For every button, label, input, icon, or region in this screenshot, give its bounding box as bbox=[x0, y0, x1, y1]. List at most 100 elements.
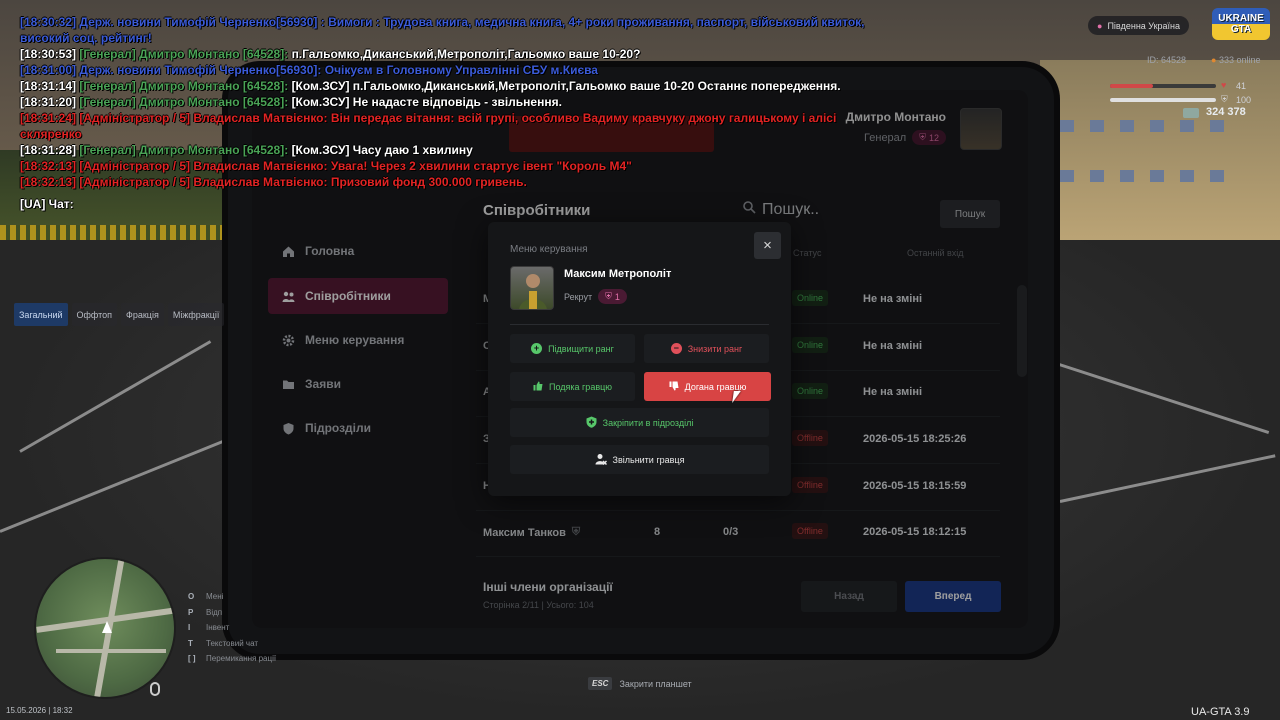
chat-tag: [Генерал] bbox=[79, 143, 136, 157]
chat-text: Увага! Через 2 хвилини стартує івент "Ко… bbox=[330, 159, 632, 173]
chat-time: [18:31:14] bbox=[20, 79, 77, 93]
chat-text: [Ком.ЗСУ] Не надасте відповідь - звільне… bbox=[291, 95, 562, 109]
key: T bbox=[188, 638, 193, 648]
health-value: 41 bbox=[1236, 81, 1247, 91]
chat-author: Владислав Матвієнко: bbox=[193, 175, 328, 189]
pager-info: Сторінка 2/11 | Усього: 104 bbox=[483, 600, 594, 610]
chat-line: [18:31:14] [Генерал] Дмитро Монтано [645… bbox=[20, 78, 890, 94]
table-row[interactable]: Максим Танков ⛨ 8 0/3 Offline 2026-05-15… bbox=[476, 511, 1000, 557]
chat-text: [Ком.ЗСУ] Часу даю 1 хвилину bbox=[291, 143, 473, 157]
key: I bbox=[188, 623, 191, 632]
thumbs-up-icon bbox=[533, 381, 543, 393]
status-badge: Online bbox=[792, 290, 829, 306]
server-badge: ● Південна Україна bbox=[1088, 16, 1190, 35]
chat-tag: [Адміністратор / 5] bbox=[79, 159, 191, 173]
reprimand-label: Догана гравцю bbox=[684, 381, 747, 392]
key-hint: [ ] Перемикання рації bbox=[188, 651, 276, 666]
player-arrow-icon bbox=[102, 621, 112, 633]
chat-author: Дмитро Монтано [64528]: bbox=[139, 79, 289, 93]
chat-time: [18:31:20] bbox=[20, 95, 77, 109]
avatar bbox=[960, 108, 1002, 150]
chat-tab-offtop[interactable]: Оффтоп bbox=[71, 303, 118, 326]
row-name-text: Максим Танков bbox=[483, 526, 566, 539]
chat-text: : Очікуєм в Головному Управлінні СБУ м.К… bbox=[317, 63, 598, 77]
sidebar-item-label: Головна bbox=[305, 244, 355, 258]
thank-button[interactable]: Подяка гравцю bbox=[510, 372, 635, 401]
control-menu-modal: Меню керування × Максим Метрополіт Рекру… bbox=[488, 222, 791, 496]
column-status: Статус bbox=[793, 248, 822, 258]
player-id: ID: 64528 bbox=[1147, 55, 1187, 65]
version-label: UA-GTA 3.9 bbox=[1191, 706, 1250, 718]
chat-tab-faction[interactable]: Фракція bbox=[121, 303, 164, 326]
promote-label: Підвищити ранг bbox=[548, 343, 614, 354]
sidebar-item-applications[interactable]: Заяви bbox=[268, 366, 448, 402]
row-last-seen: 2026-05-15 18:12:15 bbox=[863, 526, 967, 538]
minus-icon: − bbox=[670, 343, 682, 354]
assign-unit-label: Закріпити в підрозділі bbox=[602, 417, 694, 428]
other-members-title: Інші члени організації bbox=[483, 580, 613, 594]
chat-author: Дмитро Монтано [64528]: bbox=[139, 95, 289, 109]
chat-tag: [Адміністратор / 5] bbox=[79, 111, 191, 125]
key-hint: O Мені bbox=[188, 589, 276, 604]
chat-line: [18:32:13] [Адміністратор / 5] Владислав… bbox=[20, 158, 890, 174]
row-last-seen: Не на зміні bbox=[863, 386, 923, 398]
chat-input[interactable]: [UA] Чат: bbox=[20, 196, 890, 212]
heart-icon: ♥ bbox=[1221, 80, 1227, 90]
chat-author: Дмитро Монтано [64528]: bbox=[139, 47, 289, 61]
chat-author: Тимофій Черненко[56930] bbox=[164, 63, 318, 77]
sidebar-item-home[interactable]: Головна bbox=[268, 233, 448, 269]
fire-button[interactable]: Звільнити гравця bbox=[510, 445, 769, 474]
money-value: 324 378 bbox=[1206, 106, 1246, 118]
chat-author: Владислав Матвієнко: bbox=[193, 111, 328, 125]
player-name: Максим Метрополіт bbox=[564, 268, 672, 280]
chat-line: [18:31:20] [Генерал] Дмитро Монтано [645… bbox=[20, 94, 890, 110]
key-label: Мені bbox=[206, 592, 224, 601]
health-bar bbox=[1110, 84, 1216, 88]
promote-button[interactable]: + Підвищити ранг bbox=[510, 334, 635, 363]
health-fill bbox=[1110, 84, 1154, 88]
player-rank-label: Рекрут bbox=[564, 291, 593, 302]
sidebar-item-employees[interactable]: Співробітники bbox=[268, 278, 448, 314]
key: [ ] bbox=[188, 654, 196, 663]
thank-label: Подяка гравцю bbox=[548, 381, 613, 392]
demote-label: Знизити ранг bbox=[687, 343, 743, 354]
assign-unit-button[interactable]: Закріпити в підрозділі bbox=[510, 408, 769, 437]
demote-button[interactable]: − Знизити ранг bbox=[644, 334, 769, 363]
key: O bbox=[188, 592, 195, 601]
server-icon: ● bbox=[1097, 20, 1103, 31]
row-level: 8 bbox=[654, 526, 661, 538]
plus-icon: + bbox=[531, 343, 543, 354]
search-button[interactable]: Пошук bbox=[940, 200, 1000, 228]
reprimand-button[interactable]: Догана гравцю bbox=[644, 372, 771, 401]
player-avatar bbox=[510, 266, 554, 310]
shield-icon: ⛨ bbox=[605, 291, 612, 301]
chat-log: [18:30:32] Держ. новини Тимофій Черненко… bbox=[20, 14, 890, 212]
back-button[interactable]: Назад bbox=[801, 581, 897, 612]
sidebar-item-label: Підрозділи bbox=[305, 421, 371, 435]
microphone-icon bbox=[150, 682, 160, 696]
key-hints: O Мені P Відп I Інвент T Текстовий чат [ ] Пе… bbox=[188, 589, 276, 667]
gear-icon bbox=[282, 334, 295, 347]
close-button[interactable]: × bbox=[754, 232, 781, 259]
scrollbar[interactable] bbox=[1017, 285, 1027, 377]
next-button[interactable]: Вперед bbox=[905, 581, 1001, 612]
chat-tab-general[interactable]: Загальний bbox=[14, 303, 68, 326]
key-label: Відп bbox=[206, 607, 223, 617]
chat-line: [18:31:28] [Генерал] Дмитро Монтано [645… bbox=[20, 142, 890, 158]
profile-rank-level: 12 bbox=[928, 132, 939, 143]
chat-tab-interfaction[interactable]: Міжфракції bbox=[167, 303, 225, 326]
chat-time: [18:31:28] bbox=[20, 143, 77, 157]
sidebar-item-control-menu[interactable]: Меню керування bbox=[268, 322, 448, 358]
logo-text-bottom: GTA bbox=[1230, 24, 1252, 35]
modal-title: Меню керування bbox=[510, 244, 588, 255]
row-last-seen: Не на зміні bbox=[863, 293, 923, 305]
sidebar-item-label: Співробітники bbox=[305, 289, 391, 303]
chat-time: [18:31:24] bbox=[20, 111, 77, 125]
status-badge: Offline bbox=[792, 430, 828, 446]
armor-value: 100 bbox=[1236, 95, 1252, 105]
chat-time: [18:30:53] bbox=[20, 47, 77, 61]
sidebar-item-units[interactable]: Підрозділи bbox=[268, 410, 448, 446]
key-label: Перемикання рації bbox=[206, 654, 277, 663]
shield-icon bbox=[282, 422, 295, 435]
chat-text: Призовий фонд 300.000 гривень. bbox=[330, 175, 527, 189]
